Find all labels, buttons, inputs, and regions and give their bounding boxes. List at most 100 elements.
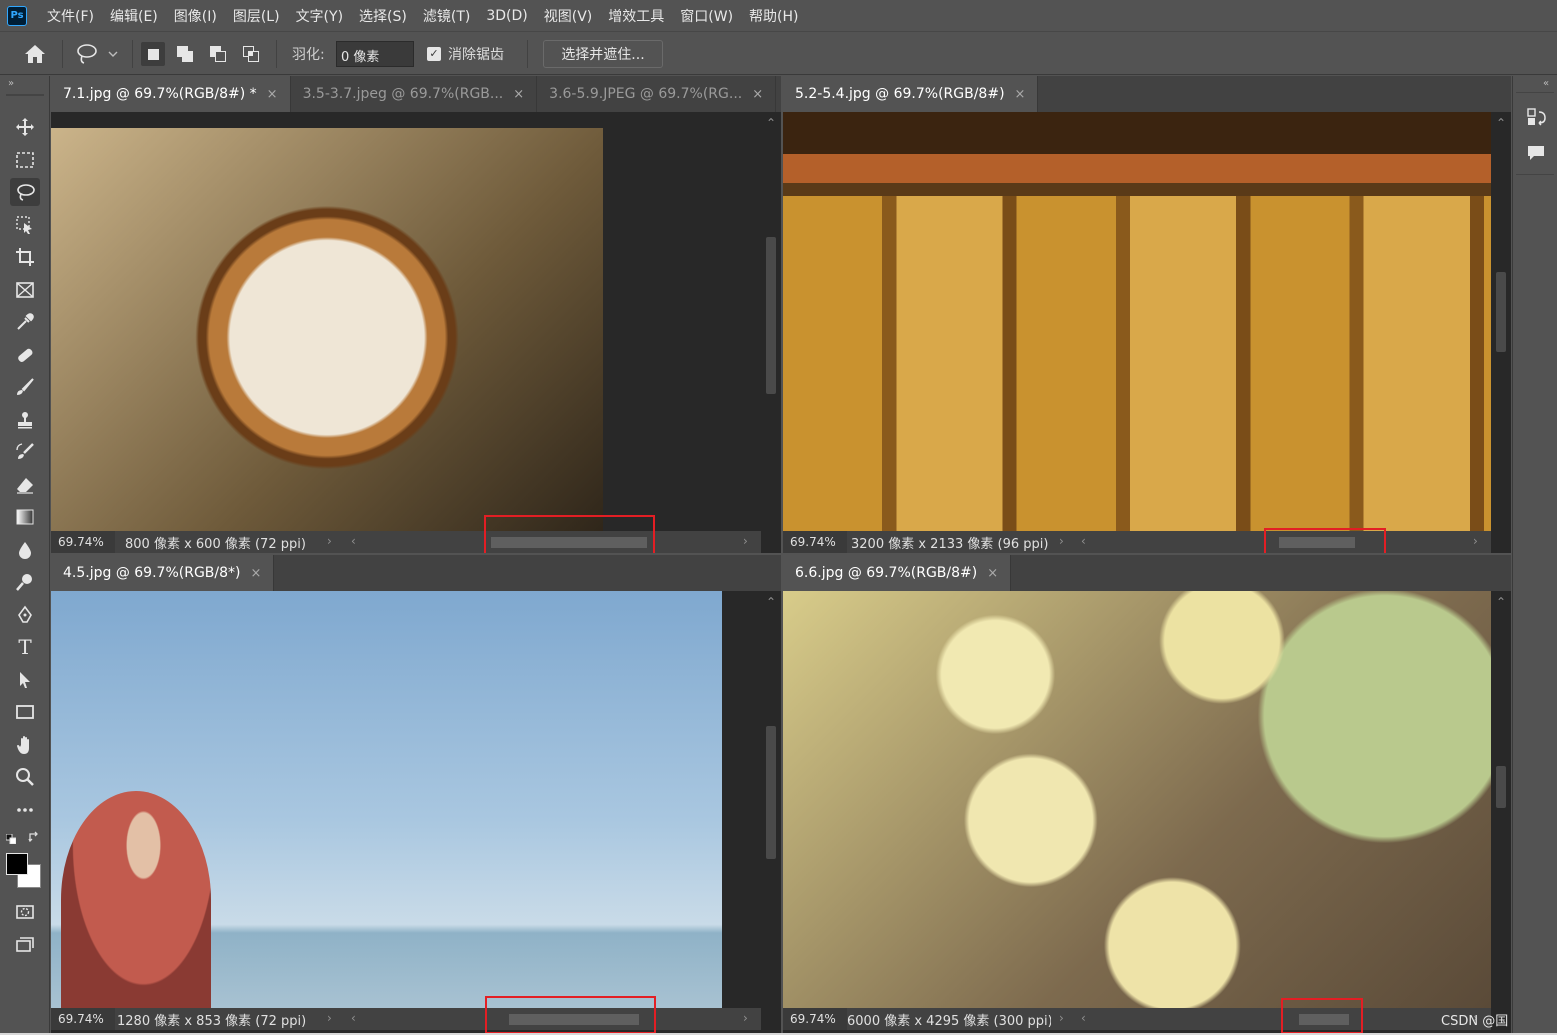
status-menu-arrow-icon[interactable]: › xyxy=(1059,534,1064,548)
menu-filter[interactable]: 滤镜(T) xyxy=(415,6,478,26)
lasso-icon[interactable] xyxy=(10,178,40,206)
zoom-level[interactable]: 69.74% xyxy=(783,531,847,553)
scroll-up-icon[interactable]: ⌃ xyxy=(1496,116,1506,130)
tab-3-5-3-7-jpeg[interactable]: 3.5-3.7.jpeg @ 69.7%(RGB... × xyxy=(290,76,538,112)
canvas-area[interactable] xyxy=(783,112,1491,531)
zoom-icon[interactable] xyxy=(10,763,40,791)
history-brush-icon[interactable] xyxy=(10,438,40,466)
healing-icon[interactable] xyxy=(10,341,40,369)
foreground-color-swatch[interactable] xyxy=(6,853,28,875)
more-icon[interactable] xyxy=(10,796,40,824)
status-menu-arrow-icon[interactable]: › xyxy=(1059,1011,1064,1025)
zoom-level[interactable]: 69.74% xyxy=(51,531,115,553)
vertical-scroll-thumb[interactable] xyxy=(766,726,776,859)
scroll-left-icon[interactable]: ‹ xyxy=(351,534,356,548)
close-tab-icon[interactable]: × xyxy=(987,566,998,581)
scroll-up-icon[interactable]: ⌃ xyxy=(766,595,776,609)
lasso-preset-picker[interactable] xyxy=(74,42,122,66)
history-panel-icon[interactable] xyxy=(1525,106,1547,128)
dodge-icon[interactable] xyxy=(10,568,40,596)
zoom-level[interactable]: 69.74% xyxy=(51,1008,115,1030)
tab-5-2-5-4-jpg[interactable]: 5.2-5.4.jpg @ 69.7%(RGB/8#) × xyxy=(783,76,1039,112)
intersect-selection-button[interactable] xyxy=(239,42,263,66)
menu-help[interactable]: 帮助(H) xyxy=(741,6,806,26)
menu-view[interactable]: 视图(V) xyxy=(536,6,601,26)
tab-6-6-jpg[interactable]: 6.6.jpg @ 69.7%(RGB/8#) × xyxy=(783,555,1012,591)
scroll-up-icon[interactable]: ⌃ xyxy=(766,116,776,130)
close-tab-icon[interactable]: × xyxy=(250,566,261,581)
expand-panels-icon[interactable]: « xyxy=(1543,78,1549,89)
menu-window[interactable]: 窗口(W) xyxy=(672,6,741,26)
vertical-scroll-thumb[interactable] xyxy=(1496,272,1506,352)
canvas-area[interactable] xyxy=(51,112,761,531)
status-menu-arrow-icon[interactable]: › xyxy=(327,534,332,548)
tab-3-6-5-9-jpeg[interactable]: 3.6-5.9.JPEG @ 69.7%(RG... × xyxy=(537,76,777,112)
status-bar: 69.74% 800 像素 x 600 像素 (72 ppi) xyxy=(51,531,351,553)
status-menu-arrow-icon[interactable]: › xyxy=(327,1011,332,1025)
add-to-selection-button[interactable] xyxy=(173,42,197,66)
scroll-right-icon[interactable]: › xyxy=(743,1011,748,1025)
quick-mask-icon[interactable] xyxy=(10,898,40,926)
canvas-area[interactable] xyxy=(783,591,1491,1008)
scroll-right-icon[interactable]: › xyxy=(743,534,748,548)
zoom-level[interactable]: 69.74% xyxy=(783,1008,847,1030)
marquee-icon[interactable] xyxy=(10,146,40,174)
scroll-up-icon[interactable]: ⌃ xyxy=(1496,595,1506,609)
canvas-area[interactable] xyxy=(51,591,761,1008)
pen-icon[interactable] xyxy=(10,601,40,629)
screen-mode-icon[interactable] xyxy=(10,931,40,959)
feather-input[interactable]: 0 像素 xyxy=(336,41,414,67)
tab-7-1-jpg[interactable]: 7.1.jpg @ 69.7%(RGB/8#) * × xyxy=(51,76,291,112)
close-tab-icon[interactable]: × xyxy=(1015,87,1026,102)
menu-type[interactable]: 文字(Y) xyxy=(288,6,351,26)
brush-icon[interactable] xyxy=(10,373,40,401)
hand-icon[interactable] xyxy=(10,731,40,759)
collapse-icon[interactable]: » xyxy=(8,78,14,89)
subtract-from-selection-button[interactable] xyxy=(206,42,230,66)
tab-4-5-jpg[interactable]: 4.5.jpg @ 69.7%(RGB/8*) × xyxy=(51,555,275,591)
close-tab-icon[interactable]: × xyxy=(513,87,524,102)
vertical-scrollbar[interactable]: ⌃ xyxy=(761,591,781,1008)
crop-icon[interactable] xyxy=(10,243,40,271)
move-icon[interactable] xyxy=(10,113,40,141)
menu-3d[interactable]: 3D(D) xyxy=(478,8,535,24)
select-and-mask-button[interactable]: 选择并遮住... xyxy=(543,40,663,68)
antialias-checkbox[interactable]: ✓ xyxy=(427,47,441,61)
vertical-scrollbar[interactable]: ⌃ xyxy=(1491,112,1511,531)
vertical-scrollbar[interactable]: ⌃ xyxy=(1491,591,1511,1008)
horizontal-scrollbar[interactable]: › ‹ › xyxy=(1051,1008,1491,1030)
swap-colors-icon[interactable] xyxy=(28,831,40,843)
scroll-left-icon[interactable]: ‹ xyxy=(1081,1011,1086,1025)
vertical-scroll-thumb[interactable] xyxy=(766,237,776,394)
vertical-scrollbar[interactable]: ⌃ xyxy=(761,112,781,531)
scroll-right-icon[interactable]: › xyxy=(1473,534,1478,548)
menu-file[interactable]: 文件(F) xyxy=(39,6,102,26)
document-window-5-2: 5.2-5.4.jpg @ 69.7%(RGB/8#) × ⌃ 69.74% 32… xyxy=(783,76,1511,553)
menu-edit[interactable]: 编辑(E) xyxy=(102,6,166,26)
path-select-icon[interactable] xyxy=(10,666,40,694)
blur-icon[interactable] xyxy=(10,536,40,564)
object-select-icon[interactable] xyxy=(10,211,40,239)
rectangle-icon[interactable] xyxy=(10,698,40,726)
type-icon[interactable]: T xyxy=(10,633,40,661)
options-bar: 羽化: 0 像素 ✓ 消除锯齿 选择并遮住... xyxy=(0,31,1557,75)
eyedropper-icon[interactable] xyxy=(10,308,40,336)
comments-panel-icon[interactable] xyxy=(1525,142,1547,164)
frame-icon[interactable] xyxy=(10,276,40,304)
girl-by-sea-image xyxy=(51,591,722,1008)
gradient-icon[interactable] xyxy=(10,503,40,531)
menu-select[interactable]: 选择(S) xyxy=(351,6,415,26)
close-tab-icon[interactable]: × xyxy=(267,87,278,102)
home-icon[interactable] xyxy=(22,42,48,66)
close-tab-icon[interactable]: × xyxy=(752,87,763,102)
default-colors-icon[interactable] xyxy=(5,832,17,845)
scroll-left-icon[interactable]: ‹ xyxy=(1081,534,1086,548)
stamp-icon[interactable] xyxy=(10,406,40,434)
vertical-scroll-thumb[interactable] xyxy=(1496,766,1506,808)
menu-layer[interactable]: 图层(L) xyxy=(225,6,288,26)
scroll-left-icon[interactable]: ‹ xyxy=(351,1011,356,1025)
menu-plugins[interactable]: 增效工具 xyxy=(600,6,672,26)
menu-image[interactable]: 图像(I) xyxy=(166,6,225,26)
eraser-icon[interactable] xyxy=(10,471,40,499)
new-selection-button[interactable] xyxy=(141,42,165,66)
